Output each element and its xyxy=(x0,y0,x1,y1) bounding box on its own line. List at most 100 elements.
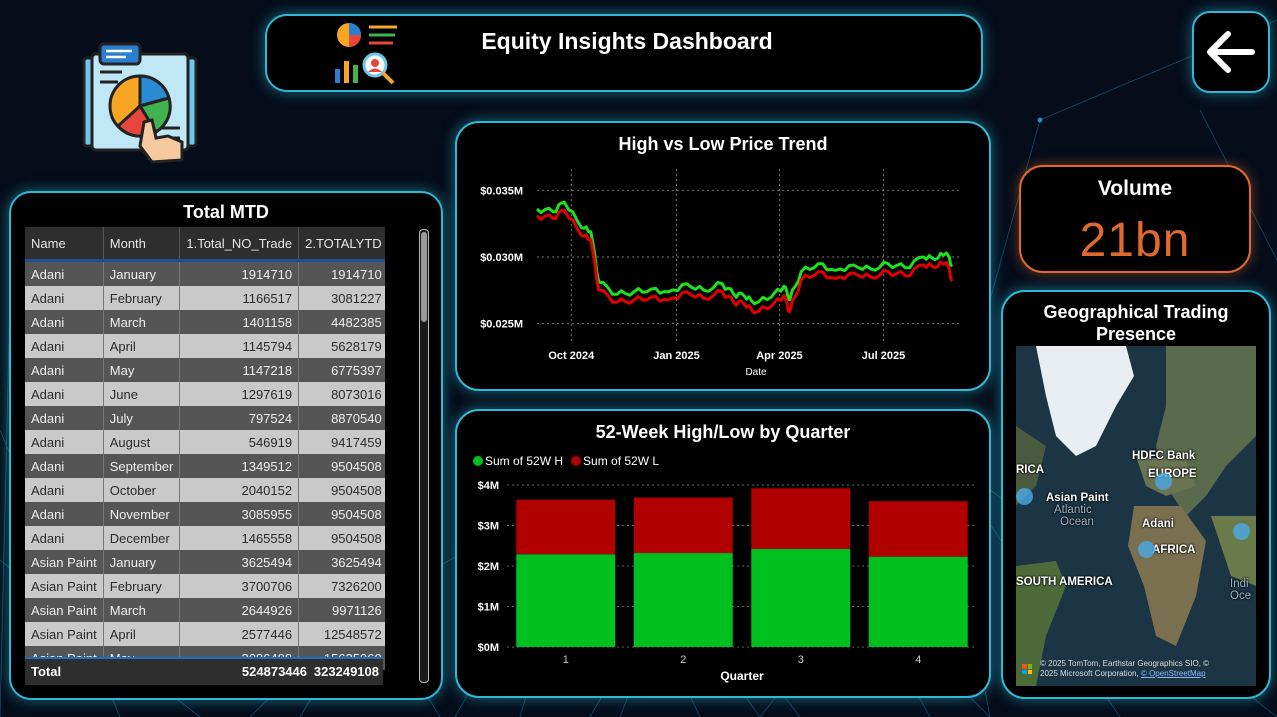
cell-month: January xyxy=(103,550,181,574)
cell-name: Adani xyxy=(25,310,104,334)
map-bubble-east[interactable] xyxy=(1233,523,1250,540)
cell-totalytd: 8870540 xyxy=(298,406,385,430)
column-header-totalytd[interactable]: 2.TOTALYTD xyxy=(298,227,385,259)
cell-name: Adani xyxy=(25,382,104,406)
microsoft-logo-icon xyxy=(1022,664,1032,674)
table-row[interactable]: Asian Paint January 3625494 3625494 xyxy=(25,550,385,574)
world-map[interactable]: RICA HDFC Bank EUROPE Asian Paint Atlant… xyxy=(1016,346,1256,686)
column-header-total-trades[interactable]: 1.Total_NO_Trade xyxy=(179,227,300,259)
cell-name: Asian Paint xyxy=(25,574,104,598)
map-bubble-adani[interactable] xyxy=(1138,541,1155,558)
total-trades: 524873446 xyxy=(241,664,307,679)
x-tick-label: 4 xyxy=(915,654,921,666)
x-axis-label: Quarter xyxy=(720,669,764,683)
x-tick-label: 2 xyxy=(680,654,686,666)
table-row[interactable]: Adani February 1166517 3081227 xyxy=(25,286,385,310)
bar-high-q4 xyxy=(868,556,968,647)
chart-report-hand-icon xyxy=(78,42,202,166)
cell-total-trades: 1297619 xyxy=(179,382,300,406)
y-tick-label: $0M xyxy=(478,642,499,654)
x-tick-label: 1 xyxy=(563,654,569,666)
table-body-viewport[interactable]: Name Month 1.Total_NO_Trade 2.TOTALYTD A… xyxy=(25,227,385,677)
header-bar: Equity Insights Dashboard xyxy=(265,14,983,92)
cell-totalytd: 1914710 xyxy=(298,262,385,286)
table-row[interactable]: Adani June 1297619 8073016 xyxy=(25,382,385,406)
cell-month: February xyxy=(103,574,181,598)
map-label-africa: AFRICA xyxy=(1152,544,1196,556)
cell-month: March xyxy=(103,310,181,334)
table-row[interactable]: Adani December 1465558 9504508 xyxy=(25,526,385,550)
cell-total-trades: 3625494 xyxy=(179,550,300,574)
cell-totalytd: 9504508 xyxy=(298,478,385,502)
table-row[interactable]: Adani July 797524 8870540 xyxy=(25,406,385,430)
x-tick-label: 3 xyxy=(798,654,804,666)
table-total-row: Total 524873446 323249108 xyxy=(25,657,383,685)
map-label-adani: Adani xyxy=(1142,518,1174,530)
cell-month: November xyxy=(103,502,181,526)
cell-month: February xyxy=(103,286,181,310)
bar-low-q1 xyxy=(516,499,616,555)
table-row[interactable]: Asian Paint March 2644926 9971126 xyxy=(25,598,385,622)
trend-chart: $0.025M $0.030M $0.035M Oct 2024 Jan 2025 Apr… xyxy=(480,169,959,378)
cell-totalytd: 8073016 xyxy=(298,382,385,406)
table-row[interactable]: Adani January 1914710 1914710 xyxy=(25,262,385,286)
table-row[interactable]: Adani March 1401158 4482385 xyxy=(25,310,385,334)
map-label-south-america: SOUTH AMERICA xyxy=(1016,576,1113,588)
cell-name: Asian Paint xyxy=(25,550,104,574)
table-header-row: Name Month 1.Total_NO_Trade 2.TOTALYTD xyxy=(25,227,385,259)
cell-totalytd: 3081227 xyxy=(298,286,385,310)
table-row[interactable]: Adani August 546919 9417459 xyxy=(25,430,385,454)
table-title: Total MTD xyxy=(183,202,269,222)
volume-label: Volume xyxy=(1097,177,1173,200)
bar-low-q4 xyxy=(868,501,968,557)
cell-totalytd: 9971126 xyxy=(298,598,385,622)
scrollbar-thumb[interactable] xyxy=(421,232,427,322)
cell-month: January xyxy=(103,262,181,286)
cell-name: Adani xyxy=(25,478,104,502)
table-row[interactable]: Adani September 1349512 9504508 xyxy=(25,454,385,478)
arrow-left-icon xyxy=(1207,31,1255,73)
column-header-name[interactable]: Name xyxy=(25,227,104,259)
y-tick-label: $4M xyxy=(478,480,499,492)
y-tick-label: $0.035M xyxy=(480,185,523,197)
openstreetmap-link[interactable]: © OpenStreetMap xyxy=(1141,669,1206,678)
cell-totalytd: 9504508 xyxy=(298,502,385,526)
table-row[interactable]: Asian Paint April 2577446 12548572 xyxy=(25,622,385,646)
map-label-rica: RICA xyxy=(1016,464,1045,476)
table-row[interactable]: Adani November 3085955 9504508 xyxy=(25,502,385,526)
x-tick-label: Apr 2025 xyxy=(756,350,802,362)
table-row[interactable]: Adani October 2040152 9504508 xyxy=(25,478,385,502)
cell-name: Asian Paint xyxy=(25,598,104,622)
bar-low-q2 xyxy=(633,497,733,554)
back-button[interactable] xyxy=(1192,11,1270,93)
table-row[interactable]: Adani May 1147218 6775397 xyxy=(25,358,385,382)
table-scrollbar[interactable] xyxy=(419,229,429,683)
cell-total-trades: 2644926 xyxy=(179,598,300,622)
cell-total-trades: 3700706 xyxy=(179,574,300,598)
cell-totalytd: 12548572 xyxy=(298,622,385,646)
cell-totalytd: 5628179 xyxy=(298,334,385,358)
cell-totalytd: 9504508 xyxy=(298,454,385,478)
cell-total-trades: 797524 xyxy=(179,406,300,430)
volume-value: 21bn xyxy=(1079,214,1191,267)
map-label-hdfc-bank: HDFC Bank xyxy=(1132,450,1196,462)
cell-total-trades: 1147218 xyxy=(179,358,300,382)
cell-total-trades: 1349512 xyxy=(179,454,300,478)
cell-total-trades: 1914710 xyxy=(179,262,300,286)
map-bubble-hdfc[interactable] xyxy=(1155,473,1172,490)
x-tick-label: Oct 2024 xyxy=(548,350,595,362)
geo-map-panel: Geographical Trading Presence RICA HDFC … xyxy=(1001,290,1271,699)
y-tick-label: $1M xyxy=(478,602,499,614)
map-bubble[interactable] xyxy=(1016,488,1033,505)
cell-month: December xyxy=(103,526,181,550)
cell-month: April xyxy=(103,334,181,358)
cell-month: October xyxy=(103,478,181,502)
bar-high-q1 xyxy=(516,554,616,647)
y-tick-label: $2M xyxy=(478,561,499,573)
table-row[interactable]: Asian Paint February 3700706 7326200 xyxy=(25,574,385,598)
x-axis-label: Date xyxy=(745,367,767,378)
map-title: Geographical Trading Presence xyxy=(1043,302,1229,344)
column-header-month[interactable]: Month xyxy=(103,227,181,259)
cell-total-trades: 1145794 xyxy=(179,334,300,358)
table-row[interactable]: Adani April 1145794 5628179 xyxy=(25,334,385,358)
